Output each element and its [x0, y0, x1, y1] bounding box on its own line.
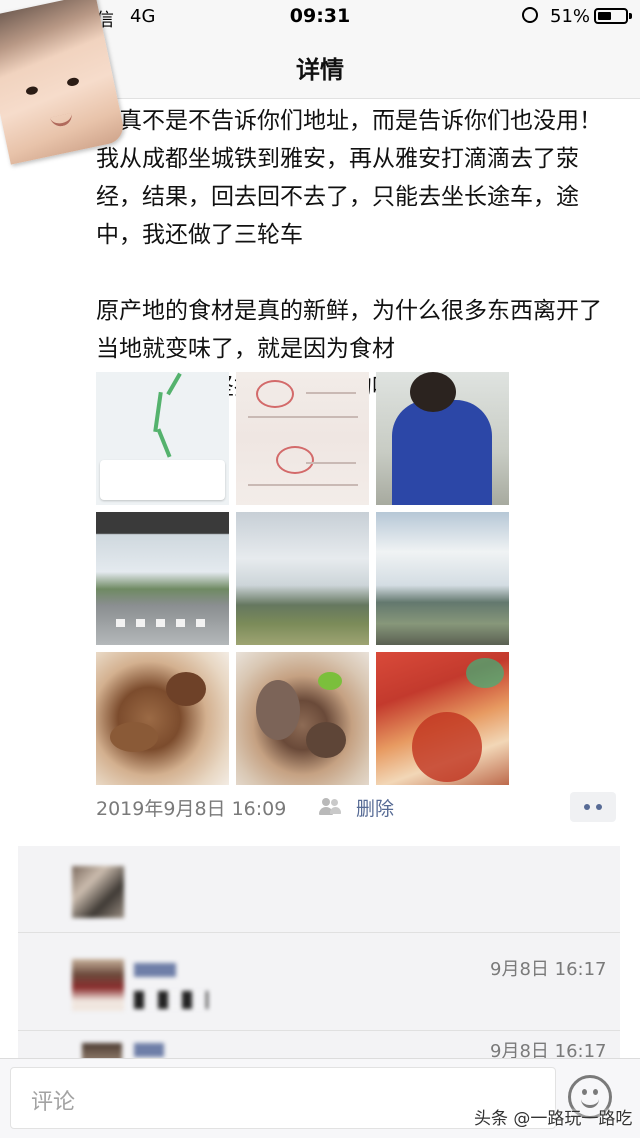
comment-row: 9月8日 16:17 [18, 932, 620, 1031]
photo-person-blue-jacket[interactable] [376, 372, 509, 505]
photo-train-tickets[interactable] [236, 372, 369, 505]
watermark: 头条 @一路玩一路吃 [474, 1109, 633, 1129]
comment-time: 9月8日 16:17 [490, 959, 607, 980]
photo-shop-sign[interactable] [376, 652, 509, 785]
rotation-lock-icon [522, 7, 538, 23]
commenter-avatar[interactable] [72, 959, 124, 1011]
commenter-name[interactable] [134, 1043, 164, 1057]
photo-braised-food-2[interactable] [236, 652, 369, 785]
photo-braised-food[interactable] [96, 652, 229, 785]
comment-placeholder: 评论 [31, 1090, 76, 1115]
delete-button[interactable]: 删除 [356, 794, 394, 821]
battery-icon [594, 8, 628, 24]
post-text: 我真不是不告诉你们地址，而是告诉你们也没用！我从成都坐城铁到雅安，再从雅安打滴滴… [96, 108, 602, 400]
comment-content [134, 991, 208, 1009]
battery-cap [629, 13, 632, 19]
moment-detail-screen: 信 4G 09:31 51% 详情 我真不是不告诉你们地址，而是告诉你们也没用！… [0, 0, 640, 1138]
post-timestamp: 2019年9月8日 16:09 [96, 798, 287, 820]
battery-level [598, 12, 611, 20]
liker-avatar[interactable] [72, 866, 124, 918]
battery-percent: 51% [550, 6, 591, 27]
avatar-mouth [49, 112, 74, 129]
likes-and-comments: 9月8日 16:17 9月8日 16:17 [18, 846, 620, 1071]
avatar-eye [66, 76, 80, 88]
photo-map-screenshot[interactable] [96, 372, 229, 505]
more-dot-icon [584, 804, 590, 810]
more-actions-button[interactable] [570, 792, 616, 822]
likes-area [18, 846, 620, 932]
photo-cloudy-field[interactable] [376, 512, 509, 645]
photo-road-view[interactable] [96, 512, 229, 645]
photo-cloudy-mountains[interactable] [236, 512, 369, 645]
photo-grid [96, 372, 510, 786]
visibility-people-icon[interactable] [318, 798, 342, 816]
commenter-name[interactable] [134, 963, 176, 977]
avatar-eye [25, 85, 39, 96]
more-dot-icon [596, 804, 602, 810]
